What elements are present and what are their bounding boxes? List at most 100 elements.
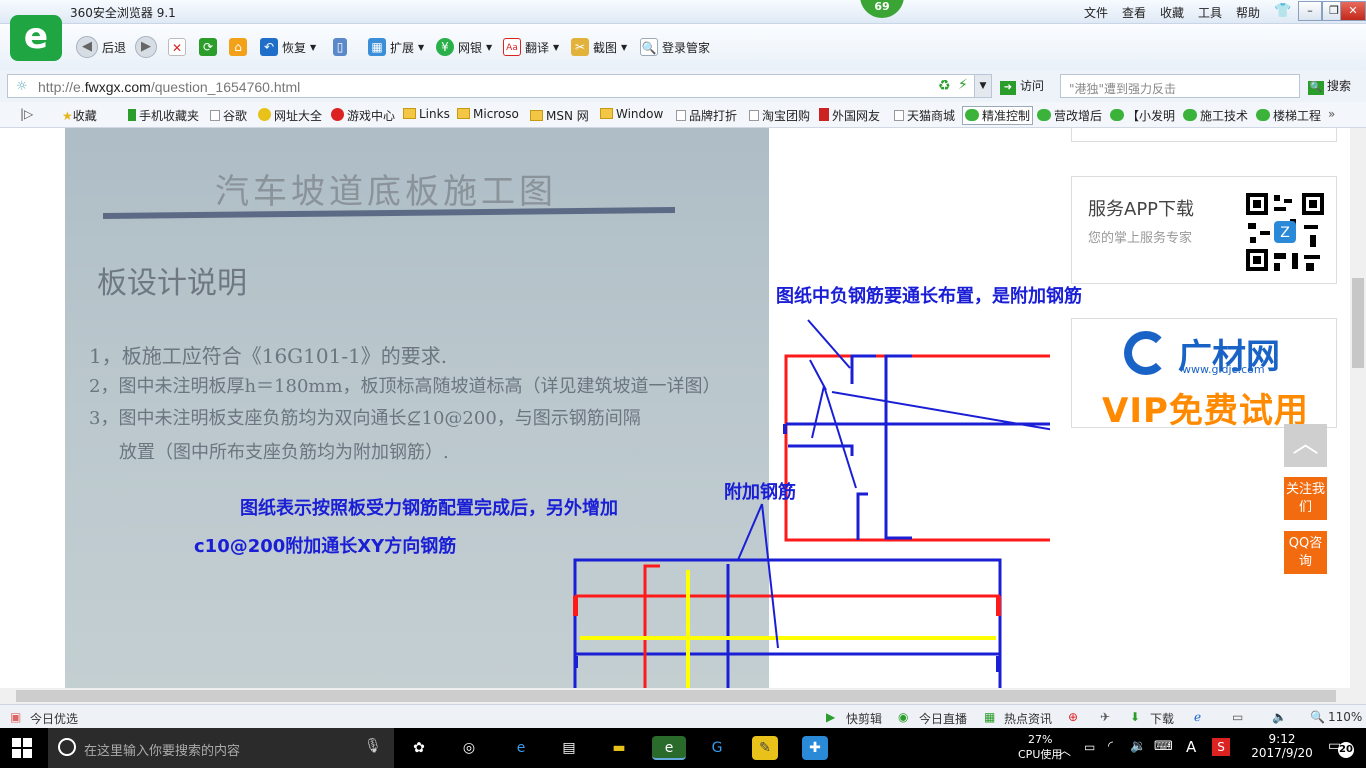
microphone-icon[interactable]: 🎙 [364,738,382,754]
window-icon[interactable]: ▭ [1232,710,1243,724]
fav-construction[interactable]: 施工技术 [1200,109,1248,123]
fav-microsoft[interactable]: Microso [473,107,519,121]
fav-vat[interactable]: 营改增后 [1054,109,1102,123]
search-icon[interactable]: 🔍 [1308,81,1324,95]
phone-icon[interactable]: ▯ [333,38,347,56]
minimize-button[interactable]: – [1298,1,1322,21]
horizontal-scrollbar[interactable] [0,688,1366,704]
translate-button[interactable]: 翻译 [525,39,549,56]
fav-collect[interactable]: 收藏 [73,109,97,123]
fav-links[interactable]: Links [419,107,450,121]
dropdown-arrow-icon[interactable]: ▼ [974,75,991,97]
app-icon-plus[interactable]: ✚ [802,736,828,760]
vertical-scroll-thumb[interactable] [1352,278,1364,368]
browser-360-icon[interactable]: e [652,736,686,760]
fav-sites[interactable]: 网址大全 [274,109,322,123]
stop-icon[interactable]: ✕ [168,38,186,56]
fav-google[interactable]: 谷歌 [223,109,247,123]
volume-icon[interactable]: 🔉 [1130,739,1146,754]
wifi-icon[interactable]: ◜ [1108,739,1113,754]
back-button[interactable]: ◀ [76,36,98,58]
menu-file[interactable]: 文件 [1084,4,1108,21]
back-to-top-button[interactable]: ︿ [1284,424,1327,467]
status-download[interactable]: 下载 [1150,710,1174,727]
visit-button[interactable]: 访问 [1020,79,1044,93]
cortana-icon [58,738,76,756]
app-icon-2[interactable]: ◎ [456,736,482,760]
add-icon[interactable]: ⊕ [1068,710,1078,724]
notification-count: 20 [1338,742,1354,758]
fav-brand[interactable]: 品牌打折 [689,109,737,123]
fav-msn[interactable]: MSN 网 [546,109,589,123]
fav-windows[interactable]: Window [616,107,663,121]
search-input[interactable]: "港独"遭到强力反击 [1060,74,1300,98]
speaker-icon[interactable]: 🔈 [1272,710,1287,724]
extend-button[interactable]: 扩展 [390,39,414,56]
store-icon[interactable]: ▤ [556,736,582,760]
taskbar-search[interactable]: 在这里输入你要搜索的内容 🎙 [48,728,394,768]
menu-tools[interactable]: 工具 [1198,4,1222,21]
qq-consult-button[interactable]: QQ咨询 [1284,531,1327,574]
pin-icon[interactable]: ✈ [1100,710,1110,724]
shirt-icon[interactable]: 👕 [1274,3,1291,19]
fav-invention[interactable]: 【小发明 [1127,109,1175,123]
search-button[interactable]: 搜索 [1327,79,1351,93]
fav-precise[interactable]: 精准控制 [982,109,1030,123]
windows-start-icon[interactable] [12,738,32,758]
back-label[interactable]: 后退 [102,37,126,57]
menu-favorites[interactable]: 收藏 [1160,4,1184,21]
go-arrow-icon[interactable]: ➜ [1000,81,1016,95]
status-live[interactable]: 今日直播 [919,710,967,727]
vertical-scrollbar[interactable] [1350,128,1366,688]
chevron-up-icon[interactable]: ︿ [1058,740,1071,759]
lightning-icon[interactable]: ⚡ [958,77,968,93]
ime-indicator[interactable]: A [1186,738,1196,756]
gldjc-ad-card[interactable]: 广材网 www.gldjc.com VIP免费试用 [1071,318,1337,428]
security-icon[interactable]: ♻ [938,78,951,94]
notification-badge[interactable]: 69 [860,0,904,18]
restore-icon[interactable]: ↶ [260,38,278,56]
zoom-level[interactable]: 110% [1328,710,1362,724]
menu-view[interactable]: 查看 [1122,4,1146,21]
fav-games[interactable]: 游戏中心 [347,109,395,123]
restore-label[interactable]: 恢复 [282,39,306,56]
sogou-icon[interactable]: S [1212,738,1230,756]
fav-taobao[interactable]: 淘宝团购 [762,109,810,123]
screenshot-button[interactable]: 截图 [593,39,617,56]
glodon-icon[interactable]: G [704,736,730,760]
address-bar[interactable]: ☼ http://e.fwxgx.com/question_1654760.ht… [7,74,992,98]
rebar-vertical [884,354,912,540]
netbank-button[interactable]: 网银 [458,39,482,56]
app-download-title[interactable]: 服务APP下载 [1088,195,1194,221]
battery-icon[interactable]: ▭ [1084,740,1095,754]
file-explorer-icon[interactable]: ▬ [606,736,632,760]
browser-logo[interactable]: e [10,15,62,61]
home-icon[interactable]: ⌂ [229,38,247,56]
ie-icon[interactable]: ℯ [1194,710,1201,724]
fav-mobile[interactable]: 手机收藏夹 [139,109,199,123]
status-quick-clip[interactable]: 快剪辑 [846,710,882,727]
status-hot-news[interactable]: 热点资讯 [1004,710,1052,727]
clock[interactable]: 9:12 2017/9/20 [1250,732,1314,760]
fav-foreign[interactable]: 外国网友 [832,109,880,123]
horizontal-scroll-thumb[interactable] [16,690,1336,702]
more-favorites-icon[interactable]: » [1328,107,1335,121]
notes-icon[interactable]: ✎ [752,736,778,760]
app-download-card[interactable]: 服务APP下载 您的掌上服务专家 Z [1071,176,1337,284]
url-text[interactable]: http://e.fwxgx.com/question_1654760.html [38,79,300,95]
leader-line [811,385,825,439]
follow-us-button[interactable]: 关注我们 [1284,477,1327,520]
edge-icon[interactable]: e [508,736,534,760]
today-picks[interactable]: 今日优选 [30,710,78,727]
cpu-usage[interactable]: 27% CPU使用 [1018,733,1062,762]
app-icon-1[interactable]: ✿ [406,736,432,760]
forward-button[interactable]: ▶ [135,36,157,58]
close-button[interactable]: ✕ [1340,1,1366,21]
login-manager-button[interactable]: 登录管家 [662,39,710,56]
fav-tmall[interactable]: 天猫商城 [907,109,955,123]
fav-stairs[interactable]: 楼梯工程 [1273,109,1321,123]
menu-help[interactable]: 帮助 [1236,4,1260,21]
keyboard-icon[interactable]: ⌨ [1154,739,1173,754]
sidebar-toggle-icon[interactable]: |▷ [20,107,33,121]
refresh-icon[interactable]: ⟳ [199,38,217,56]
